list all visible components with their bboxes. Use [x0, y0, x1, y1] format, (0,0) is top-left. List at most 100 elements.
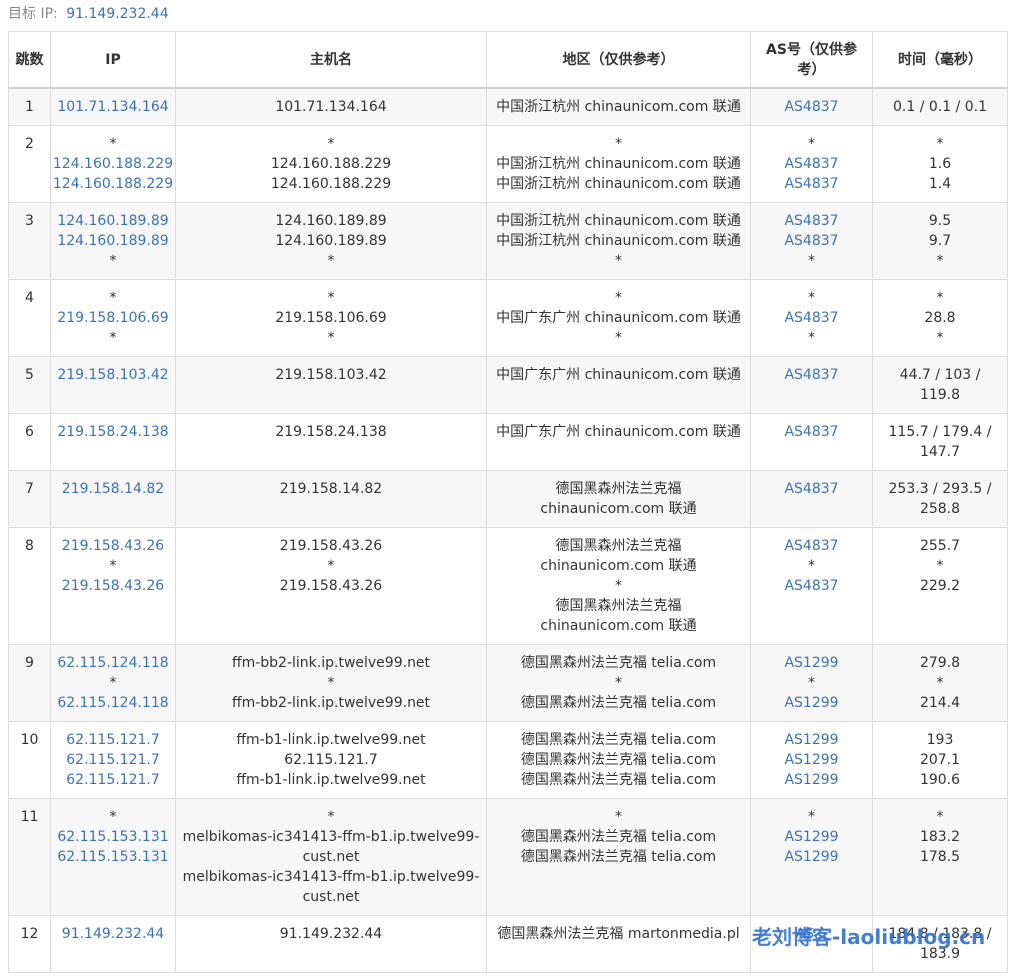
hop-cell: 2 [8, 125, 51, 203]
ip-value[interactable]: 219.158.43.26 [52, 576, 175, 596]
ip-value[interactable]: 219.158.103.42 [52, 365, 175, 385]
table-row: 7 219.158.14.82 219.158.14.82 德国黑森州法兰克福 chin… [8, 470, 1008, 528]
region-value: * [615, 675, 622, 691]
target-ip-line: 目标 IP: 91.149.232.44 [8, 4, 169, 24]
as-value[interactable]: AS4837 [752, 536, 872, 556]
traceroute-table: 跳数 IP 主机名 地区（仅供参考） AS号（仅供参考） 时间（毫秒） 1 101… [8, 31, 1008, 973]
time-value: * [936, 330, 944, 346]
table-row: 5 219.158.103.42 219.158.103.42 中国广东广州 chin… [8, 356, 1008, 414]
ip-value[interactable]: 219.158.43.26 [52, 536, 175, 556]
ip-value[interactable]: 219.158.14.82 [52, 479, 175, 499]
hostname-value: 91.149.232.44 [279, 926, 383, 942]
ip-value[interactable]: 124.160.189.89 [52, 211, 175, 231]
hostname-value: * [327, 253, 335, 269]
region-cell: 中国浙江杭州 chinaunicom.com 联通 [486, 87, 751, 126]
time-value: 1.6 [928, 156, 952, 172]
ip-value[interactable]: 101.71.134.164 [52, 97, 175, 117]
as-value[interactable]: AS1299 [752, 693, 872, 713]
time-value: * [936, 253, 944, 269]
ip-cell: 101.71.134.164 [50, 87, 176, 126]
time-cell: 115.7 / 179.4 / 147.7 [872, 413, 1008, 471]
time-value: 119.8 [919, 387, 961, 403]
ip-value[interactable]: 124.160.188.229 [52, 174, 175, 194]
ip-value[interactable]: 91.149.232.44 [52, 924, 175, 944]
region-value: 中国浙江杭州 chinaunicom.com 联通 [496, 233, 741, 249]
hostname-cell: * 124.160.188.229 124.160.188.229 [175, 125, 487, 203]
as-value[interactable]: AS4837 [752, 97, 872, 117]
hostname-value: 124.160.189.89 [275, 233, 387, 249]
as-value[interactable]: AS4837 [752, 231, 872, 251]
hostname-value: 219.158.24.138 [275, 424, 387, 440]
as-value[interactable]: AS1299 [752, 827, 872, 847]
header-ip: IP [50, 31, 176, 89]
ip-cell: 219.158.43.26 * 219.158.43.26 [50, 527, 176, 645]
as-value[interactable]: AS1299 [752, 847, 872, 867]
hostname-value: 124.160.188.229 [270, 156, 392, 172]
as-value[interactable]: AS4837 [752, 365, 872, 385]
region-value: * [615, 578, 622, 594]
region-value: chinaunicom.com 联通 [540, 558, 697, 574]
as-value[interactable]: AS4837 [752, 576, 872, 596]
as-value[interactable]: AS1299 [752, 653, 872, 673]
region-value: 中国广东广州 chinaunicom.com 联通 [496, 310, 741, 326]
ip-cell: 219.158.103.42 [50, 356, 176, 414]
ip-value[interactable]: 62.115.153.131 [52, 847, 175, 867]
target-ip-value[interactable]: 91.149.232.44 [66, 6, 168, 22]
time-value: 255.7 [919, 538, 961, 554]
hostname-value: ffm-bb2-link.ip.twelve99.net [231, 655, 431, 671]
table-row: 8 219.158.43.26 * 219.158.43.26 219.158.43.2… [8, 527, 1008, 645]
time-cell: 0.1 / 0.1 / 0.1 [872, 87, 1008, 126]
hostname-cell: ffm-bb2-link.ip.twelve99.net * ffm-bb2-lin… [175, 644, 487, 722]
time-value: 229.2 [919, 578, 961, 594]
as-value[interactable]: AS4837 [752, 422, 872, 442]
ip-value: * [109, 253, 117, 269]
ip-value[interactable]: 124.160.189.89 [52, 231, 175, 251]
ip-value[interactable]: 219.158.24.138 [52, 422, 175, 442]
as-value[interactable]: AS4837 [752, 154, 872, 174]
as-value[interactable]: AS4837 [752, 211, 872, 231]
region-value: chinaunicom.com 联通 [540, 618, 697, 634]
hostname-cell: ffm-b1-link.ip.twelve99.net 62.115.121.7 f… [175, 721, 487, 799]
hostname-value: * [327, 290, 335, 306]
ip-value[interactable]: 62.115.153.131 [52, 827, 175, 847]
header-region: 地区（仅供参考） [486, 31, 751, 89]
as-value[interactable]: AS4837 [752, 174, 872, 194]
ip-value[interactable]: 62.115.124.118 [52, 653, 175, 673]
time-value: 44.7 / 103 / [899, 367, 981, 383]
ip-value[interactable]: 124.160.188.229 [52, 154, 175, 174]
region-cell: 德国黑森州法兰克福 telia.com 德国黑森州法兰克福 telia.com 德国… [486, 721, 751, 799]
as-value: * [808, 136, 815, 152]
hostname-cell: 91.149.232.44 [175, 915, 487, 973]
time-cell: 9.5 9.7 * [872, 202, 1008, 280]
ip-value[interactable]: 62.115.121.7 [52, 730, 175, 750]
as-value[interactable]: AS4837 [752, 308, 872, 328]
hostname-cell: 219.158.43.26 * 219.158.43.26 [175, 527, 487, 645]
watermark-text: 老刘博客-laoliublog.cn [752, 925, 986, 949]
region-value: 中国浙江杭州 chinaunicom.com 联通 [496, 176, 741, 192]
time-value: * [936, 290, 944, 306]
region-value: 中国广东广州 chinaunicom.com 联通 [496, 424, 741, 440]
header-time: 时间（毫秒） [872, 31, 1008, 89]
ip-value[interactable]: 62.115.121.7 [52, 770, 175, 790]
hostname-value: * [327, 809, 335, 825]
time-value: 28.8 [924, 310, 956, 326]
table-row: 4 * 219.158.106.69 * * 219.158.106.69 * * 中国广东广州… [8, 279, 1008, 357]
time-value: 258.8 [919, 501, 961, 517]
as-value[interactable]: AS1299 [752, 730, 872, 750]
ip-value[interactable]: 219.158.106.69 [52, 308, 175, 328]
as-value[interactable]: AS1299 [752, 750, 872, 770]
as-value[interactable]: AS1299 [752, 770, 872, 790]
as-cell: AS4837 [750, 470, 873, 528]
region-value: * [615, 809, 622, 825]
ip-value[interactable]: 62.115.121.7 [52, 750, 175, 770]
table-row: 6 219.158.24.138 219.158.24.138 中国广东广州 chin… [8, 413, 1008, 471]
region-value: 德国黑森州法兰克福 telia.com [520, 849, 717, 865]
time-value: 1.4 [928, 176, 952, 192]
region-value: 中国浙江杭州 chinaunicom.com 联通 [496, 156, 741, 172]
ip-value[interactable]: 62.115.124.118 [52, 693, 175, 713]
as-value: * [808, 253, 815, 269]
hostname-value: 62.115.121.7 [284, 752, 378, 768]
as-cell: * AS4837 AS4837 [750, 125, 873, 203]
as-value[interactable]: AS4837 [752, 479, 872, 499]
as-value: * [808, 809, 815, 825]
